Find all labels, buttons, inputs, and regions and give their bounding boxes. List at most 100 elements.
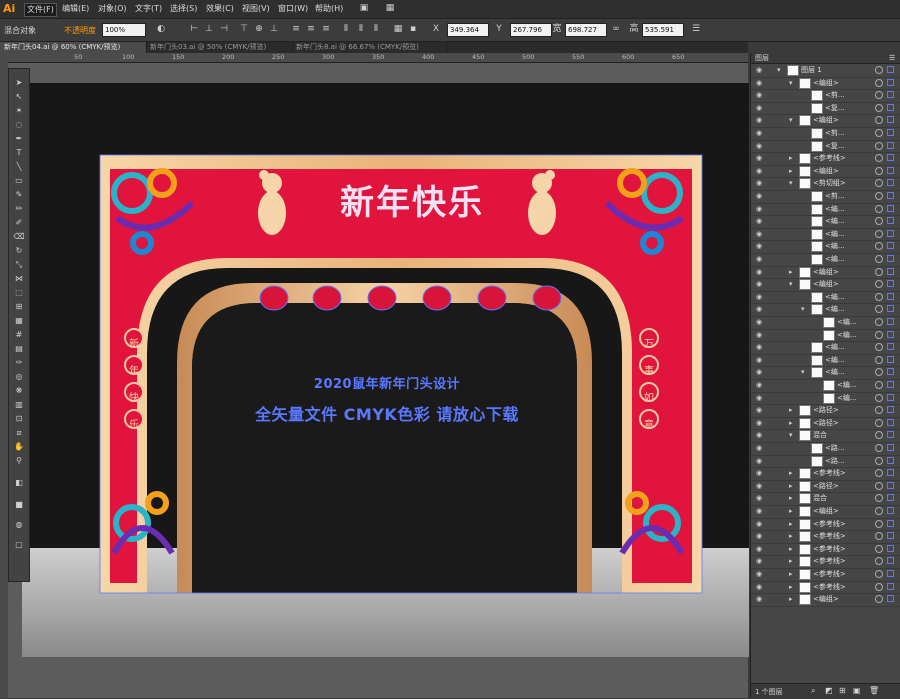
opacity-label[interactable]: 不透明度 [64, 25, 96, 36]
target-circle-icon[interactable] [875, 406, 883, 415]
selection-square-icon[interactable] [887, 330, 894, 338]
layer-label[interactable]: <参考线> [813, 544, 846, 554]
selection-square-icon[interactable] [887, 116, 894, 124]
layer-label[interactable]: <剪... [825, 128, 845, 138]
transform-icon[interactable]: ▦ [392, 24, 404, 35]
target-circle-icon[interactable] [875, 280, 883, 289]
layer-row[interactable]: ◉ ▾ 混合 [751, 429, 900, 443]
layer-row[interactable]: ◉ <路... [751, 442, 900, 456]
target-circle-icon[interactable] [875, 494, 883, 503]
layer-row[interactable]: ◉ <编... [751, 203, 900, 217]
visibility-eye-icon[interactable]: ◉ [756, 79, 764, 87]
menu-object[interactable]: 对象(O) [96, 3, 129, 15]
visibility-eye-icon[interactable]: ◉ [756, 255, 764, 263]
visibility-eye-icon[interactable]: ◉ [756, 507, 764, 515]
visibility-eye-icon[interactable]: ◉ [756, 469, 764, 477]
layer-row[interactable]: ◉ ▾ <剪切组> [751, 177, 900, 191]
collapse-triangle-icon[interactable]: ▾ [789, 178, 795, 188]
delete-layer-icon[interactable]: 🗑 [869, 686, 879, 695]
direct-selection-tool-icon[interactable]: ↖ [11, 91, 27, 102]
reference-point-icon[interactable]: ▪ [407, 24, 419, 35]
tab-document-3[interactable]: 新年门头8.ai @ 66.67% (CMYK/预览) [292, 42, 447, 53]
visibility-eye-icon[interactable]: ◉ [756, 305, 764, 313]
menu-effect[interactable]: 效果(C) [204, 3, 236, 15]
expand-triangle-icon[interactable]: ▸ [789, 519, 795, 529]
layer-label[interactable]: 混合 [813, 430, 827, 440]
visibility-eye-icon[interactable]: ◉ [756, 242, 764, 250]
layer-label[interactable]: <编组> [813, 115, 839, 125]
fill-stroke-icon[interactable]: ◧ [11, 477, 27, 488]
selection-square-icon[interactable] [887, 192, 894, 199]
selection-square-icon[interactable] [887, 393, 894, 401]
blob-brush-tool-icon[interactable]: ✐ [11, 217, 27, 228]
tab-document-1[interactable]: 新年门头04.ai @ 60% (CMYK/预览) [0, 42, 147, 53]
ruler-horizontal[interactable]: 50 100 150 200 250 300 350 400 450 500 5… [8, 53, 748, 63]
selected-text-line2[interactable]: 全矢量文件 CMYK色彩 请放心下载 [202, 401, 572, 425]
menu-file[interactable]: 文件(F) [24, 3, 57, 17]
target-circle-icon[interactable] [875, 103, 883, 112]
collapse-triangle-icon[interactable]: ▾ [801, 367, 807, 377]
collapse-triangle-icon[interactable]: ▾ [777, 65, 783, 75]
layer-label[interactable]: <编... [837, 380, 857, 390]
layer-label[interactable]: <参考线> [813, 569, 846, 579]
paintbrush-tool-icon[interactable]: ✎ [11, 189, 27, 200]
visibility-eye-icon[interactable]: ◉ [756, 394, 764, 402]
layer-label[interactable]: <编... [837, 330, 857, 340]
menu-select[interactable]: 选择(S) [168, 3, 199, 15]
target-circle-icon[interactable] [875, 519, 883, 528]
layer-label[interactable]: <剪... [825, 90, 845, 100]
layer-row[interactable]: ◉ <复... [751, 140, 900, 154]
layer-row[interactable]: ◉ ▸ <参考线> [751, 467, 900, 481]
visibility-eye-icon[interactable]: ◉ [756, 104, 764, 112]
expand-triangle-icon[interactable]: ▸ [789, 569, 795, 579]
selection-square-icon[interactable] [887, 292, 894, 300]
layer-label[interactable]: <参考线> [813, 582, 846, 592]
target-circle-icon[interactable] [875, 330, 883, 339]
selection-square-icon[interactable] [887, 570, 894, 577]
visibility-eye-icon[interactable]: ◉ [756, 167, 764, 175]
layer-label[interactable]: <路... [825, 443, 845, 453]
layer-label[interactable]: <编... [837, 317, 857, 327]
pencil-tool-icon[interactable]: ✏ [11, 203, 27, 214]
target-circle-icon[interactable] [875, 582, 883, 591]
layer-label[interactable]: <参考线> [813, 531, 846, 541]
symbol-sprayer-tool-icon[interactable]: ❋ [11, 385, 27, 396]
target-circle-icon[interactable] [875, 381, 883, 389]
expand-triangle-icon[interactable]: ▸ [789, 594, 795, 604]
y-field[interactable]: 267.796 [510, 23, 552, 37]
align-hcenter-icon[interactable]: ⊥ [203, 24, 215, 35]
visibility-eye-icon[interactable]: ◉ [756, 154, 764, 162]
expand-triangle-icon[interactable]: ▸ [789, 166, 795, 176]
visibility-eye-icon[interactable]: ◉ [756, 482, 764, 490]
layer-row[interactable]: ◉ ▸ <编组> [751, 505, 900, 519]
target-circle-icon[interactable] [875, 204, 883, 213]
color-mode-icon[interactable]: ■ [11, 499, 27, 510]
target-circle-icon[interactable] [875, 116, 883, 125]
selection-tool-icon[interactable]: ➤ [11, 77, 27, 88]
ruler-vertical[interactable] [0, 53, 8, 698]
layer-label[interactable]: <编... [825, 292, 845, 302]
type-tool-icon[interactable]: T [11, 147, 27, 158]
eraser-tool-icon[interactable]: ⌫ [11, 231, 27, 242]
layer-label[interactable]: 混合 [813, 493, 827, 503]
layer-row[interactable]: ◉ <编... [751, 329, 900, 343]
layer-label[interactable]: <复... [825, 103, 845, 113]
selection-square-icon[interactable] [887, 66, 894, 73]
selection-square-icon[interactable] [887, 129, 894, 136]
selection-square-icon[interactable] [887, 255, 894, 262]
target-circle-icon[interactable] [875, 267, 883, 276]
layer-row[interactable]: ◉ <复... [751, 102, 900, 116]
layer-label[interactable]: <剪... [825, 191, 845, 201]
layer-row[interactable]: ◉ ▾ <编组> [751, 278, 900, 292]
selection-square-icon[interactable] [887, 343, 894, 351]
visibility-eye-icon[interactable]: ◉ [756, 406, 764, 414]
selection-square-icon[interactable] [887, 229, 894, 237]
selection-square-icon[interactable] [887, 582, 894, 590]
selection-square-icon[interactable] [887, 267, 894, 275]
target-circle-icon[interactable] [875, 255, 883, 263]
align-top-icon[interactable]: ⊤ [238, 24, 250, 35]
selection-square-icon[interactable] [887, 469, 894, 477]
layer-row[interactable]: ◉ <路... [751, 455, 900, 469]
draw-mode-icon[interactable]: ◍ [11, 519, 27, 530]
layer-row[interactable]: ◉ <编... [751, 341, 900, 355]
